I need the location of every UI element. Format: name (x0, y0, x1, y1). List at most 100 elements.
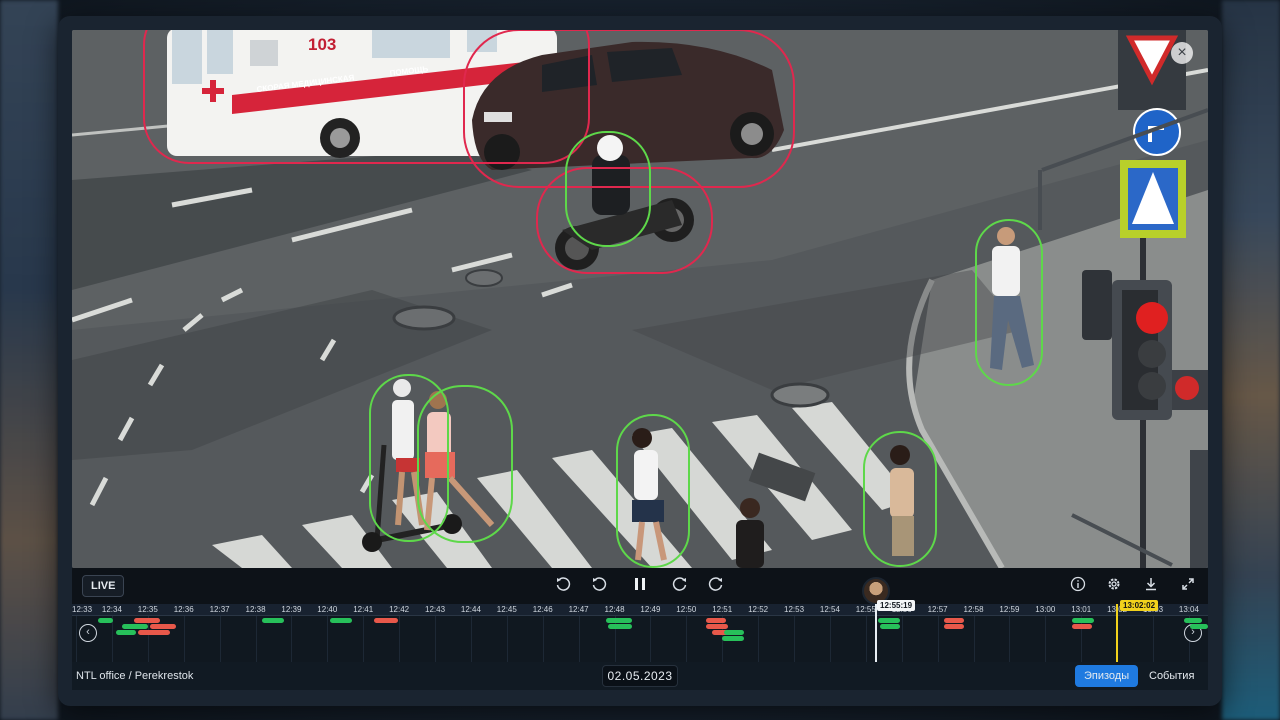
timeline-tick-label: 12:49 (640, 605, 661, 614)
person-event-segment[interactable] (98, 618, 113, 623)
timeline-grid-line (435, 616, 436, 662)
timeline-grid-line (542, 616, 544, 662)
selected-time-cursor[interactable] (1116, 604, 1118, 662)
person-event-segment[interactable] (724, 630, 744, 635)
player-footer: NTL office / Perekrestok 02.05.2023 Эпиз… (72, 662, 1208, 690)
timeline-grid-line (363, 616, 365, 662)
tab-episodes[interactable]: Эпизоды (1075, 665, 1139, 687)
timeline-grid-line (255, 616, 257, 662)
timeline-tick-label: 12:54 (819, 605, 840, 614)
playback-controls: LIVE (72, 568, 1208, 605)
close-icon[interactable]: × (1171, 42, 1193, 64)
person-event-segment[interactable] (880, 624, 900, 629)
selected-time-label: 13:02:02 (1120, 600, 1159, 611)
timeline[interactable]: 12:33 12:34 12:35 12:36 12:37 12:38 12:39 12:40… (72, 600, 1208, 662)
timeline-tick-label: 12:58 (963, 605, 984, 614)
timeline-grid-line (865, 616, 867, 662)
timeline-grid-line (1045, 616, 1047, 662)
timeline-tick-label: 12:47 (568, 605, 589, 614)
vehicle-event-segment[interactable] (944, 624, 964, 629)
live-button[interactable]: LIVE (82, 575, 125, 597)
timeline-tick-label: 12:41 (353, 605, 374, 614)
download-icon[interactable] (1141, 576, 1161, 596)
date-picker[interactable]: 02.05.2023 (602, 665, 678, 687)
timeline-tick-label: 12:51 (712, 605, 733, 614)
timeline-tick-label: 12:42 (389, 605, 410, 614)
person-event-segment[interactable] (608, 624, 632, 629)
timeline-grid-line (1009, 616, 1011, 662)
vehicle-event-segment[interactable] (150, 624, 176, 629)
timeline-tick-label: 12:59 (999, 605, 1020, 614)
person-event-segment[interactable] (1184, 618, 1202, 623)
background-blur-left (0, 0, 58, 720)
timeline-grid-line (111, 616, 113, 662)
person-event-segment[interactable] (722, 636, 744, 641)
person-event-segment[interactable] (1190, 624, 1208, 629)
vehicle-event-segment[interactable] (706, 624, 728, 629)
person-event-segment[interactable] (1072, 618, 1094, 623)
timeline-ruler: 12:33 12:34 12:35 12:36 12:37 12:38 12:39 12:40… (72, 604, 1208, 616)
timeline-grid-line (183, 616, 185, 662)
timeline-tick-label: 13:01 (1071, 605, 1092, 614)
timeline-tick-label: 13:00 (1035, 605, 1056, 614)
vehicle-event-segment[interactable] (944, 618, 964, 623)
timeline-grid-line (973, 616, 975, 662)
rewind-10-icon[interactable] (589, 576, 609, 596)
camera-video-frame: 103 СКОРАЯ МЕДИЦИНСКАЯ ПОМОЩЬ (72, 30, 1208, 568)
timeline-tick-label: 12:37 (209, 605, 230, 614)
timeline-grid-line (291, 616, 293, 662)
vehicle-event-segment[interactable] (1072, 624, 1092, 629)
timeline-grid-line (327, 616, 329, 662)
timeline-tick-label: 12:45 (496, 605, 517, 614)
timeline-grid-line (470, 616, 472, 662)
rewind-30-icon[interactable] (553, 576, 573, 596)
timeline-tick-label: 12:38 (245, 605, 266, 614)
gear-icon[interactable] (1104, 576, 1124, 596)
person-event-segment[interactable] (330, 618, 352, 623)
person-event-segment[interactable] (606, 618, 632, 623)
pause-icon[interactable] (630, 576, 650, 596)
timeline-tick-label: 12:46 (532, 605, 553, 614)
person-event-segment[interactable] (878, 618, 900, 623)
info-icon[interactable] (1068, 576, 1088, 596)
person-event-segment[interactable] (116, 630, 136, 635)
timeline-tick-label: 12:43 (425, 605, 446, 614)
person-event-segment[interactable] (122, 624, 148, 629)
timeline-tick-label: 12:34 (101, 605, 122, 614)
timeline-tick-label: 12:40 (317, 605, 338, 614)
tab-events[interactable]: События (1140, 665, 1203, 687)
forward-10-icon[interactable] (670, 576, 690, 596)
timeline-tick-label: 12:52 (748, 605, 769, 614)
timeline-grid-line (937, 616, 939, 662)
vehicle-event-segment[interactable] (706, 618, 726, 623)
vehicle-event-segment[interactable] (134, 618, 160, 623)
timeline-grid-line (1153, 616, 1154, 662)
timeline-grid-line (650, 616, 652, 662)
playhead-time: 12:55:19 (877, 600, 916, 611)
background-blur-right (1222, 0, 1280, 720)
vehicle-event-segment[interactable] (374, 618, 398, 623)
timeline-grid-line (506, 616, 508, 662)
playhead-cursor[interactable] (875, 604, 877, 662)
timeline-tick-label: 13:04 (1178, 605, 1199, 614)
forward-30-icon[interactable] (706, 576, 726, 596)
timeline-tick-label: 12:33 (72, 605, 93, 614)
fullscreen-icon[interactable] (1178, 576, 1198, 596)
timeline-grid-line (758, 616, 760, 662)
timeline-grid-line (901, 616, 903, 662)
timeline-prev-icon[interactable]: ‹ (79, 624, 97, 642)
timeline-tick-label: 12:55 (855, 605, 876, 614)
camera-name: NTL office / Perekrestok (76, 670, 194, 682)
person-event-segment[interactable] (262, 618, 284, 623)
vehicle-event-segment[interactable] (138, 630, 170, 635)
timeline-grid-line (399, 616, 401, 662)
timeline-grid-line (794, 616, 795, 662)
timeline-grid-line (219, 616, 221, 662)
timeline-grid-line (578, 616, 580, 662)
timeline-grid-line (686, 616, 688, 662)
timeline-tick-label: 12:48 (604, 605, 625, 614)
timeline-tick-label: 12:39 (281, 605, 302, 614)
timeline-tick-label: 12:50 (676, 605, 697, 614)
timeline-tick-label: 12:35 (137, 605, 158, 614)
street-scene: 103 СКОРАЯ МЕДИЦИНСКАЯ ПОМОЩЬ (72, 30, 1208, 568)
